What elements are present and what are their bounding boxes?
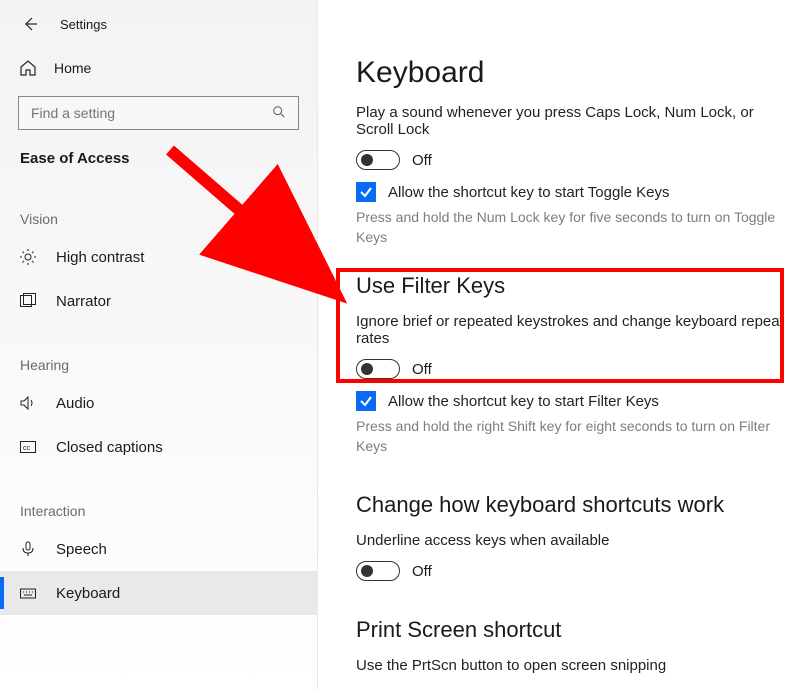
print-screen-description: Use the PrtScn button to open screen sni…: [356, 657, 791, 674]
sidebar-item-home[interactable]: Home: [0, 48, 317, 88]
page-title: Keyboard: [356, 56, 791, 90]
toggle-state-label: Off: [412, 563, 432, 580]
home-label: Home: [54, 60, 91, 76]
brightness-icon: [18, 248, 38, 266]
filter-keys-hint: Press and hold the right Shift key for e…: [356, 417, 786, 456]
sidebar-item-label: Narrator: [56, 293, 111, 310]
main-content: Keyboard Play a sound whenever you press…: [318, 0, 791, 690]
microphone-icon: [18, 540, 38, 558]
sidebar-item-closed-captions[interactable]: cc Closed captions: [0, 425, 317, 469]
underline-access-keys-toggle[interactable]: [356, 561, 400, 581]
underline-access-keys-toggle-row: Off: [356, 561, 791, 581]
sidebar-item-keyboard[interactable]: Keyboard: [0, 571, 317, 615]
sidebar-item-label: Audio: [56, 395, 94, 412]
print-screen-heading: Print Screen shortcut: [356, 617, 791, 643]
sidebar-item-label: Keyboard: [56, 585, 120, 602]
sidebar-item-label: Speech: [56, 541, 107, 558]
sidebar-header: Settings: [0, 0, 317, 48]
search-input[interactable]: [29, 104, 272, 122]
sidebar-item-audio[interactable]: Audio: [0, 381, 317, 425]
sidebar-section-ease-of-access: Ease of Access: [0, 144, 317, 177]
svg-text:cc: cc: [23, 445, 31, 452]
caps-lock-sound-toggle-row: Off: [356, 150, 791, 170]
search-input-container[interactable]: [18, 96, 299, 130]
sidebar-item-label: High contrast: [56, 249, 144, 266]
closed-captions-icon: cc: [18, 438, 38, 456]
keyboard-shortcuts-heading: Change how keyboard shortcuts work: [356, 492, 791, 518]
filter-keys-heading: Use Filter Keys: [356, 273, 791, 299]
toggle-keys-shortcut-row: Allow the shortcut key to start Toggle K…: [356, 182, 791, 202]
audio-icon: [18, 394, 38, 412]
sidebar-category-vision: Vision: [0, 177, 317, 235]
sidebar-item-speech[interactable]: Speech: [0, 527, 317, 571]
filter-keys-shortcut-checkbox[interactable]: [356, 391, 376, 411]
sidebar-item-label: Closed captions: [56, 439, 163, 456]
settings-title: Settings: [60, 17, 107, 32]
toggle-state-label: Off: [412, 361, 432, 378]
filter-keys-shortcut-row: Allow the shortcut key to start Filter K…: [356, 391, 791, 411]
keyboard-icon: [18, 584, 38, 602]
caps-lock-sound-toggle[interactable]: [356, 150, 400, 170]
toggle-keys-shortcut-label: Allow the shortcut key to start Toggle K…: [388, 184, 670, 201]
back-icon[interactable]: [20, 14, 40, 34]
filter-keys-shortcut-label: Allow the shortcut key to start Filter K…: [388, 393, 659, 410]
filter-keys-description: Ignore brief or repeated keystrokes and …: [356, 313, 791, 347]
underline-access-keys-description: Underline access keys when available: [356, 532, 791, 549]
filter-keys-toggle-row: Off: [356, 359, 791, 379]
caps-lock-sound-description: Play a sound whenever you press Caps Loc…: [356, 104, 791, 138]
home-icon: [18, 59, 38, 77]
toggle-keys-hint: Press and hold the Num Lock key for five…: [356, 208, 786, 247]
search-icon: [272, 105, 288, 121]
sidebar-item-high-contrast[interactable]: High contrast: [0, 235, 317, 279]
toggle-keys-shortcut-checkbox[interactable]: [356, 182, 376, 202]
settings-sidebar: Settings Home Ease of Access Vision High…: [0, 0, 318, 690]
filter-keys-toggle[interactable]: [356, 359, 400, 379]
sidebar-category-interaction: Interaction: [0, 469, 317, 527]
sidebar-category-hearing: Hearing: [0, 323, 317, 381]
sidebar-item-narrator[interactable]: Narrator: [0, 279, 317, 323]
toggle-state-label: Off: [412, 152, 432, 169]
narrator-icon: [18, 292, 38, 310]
